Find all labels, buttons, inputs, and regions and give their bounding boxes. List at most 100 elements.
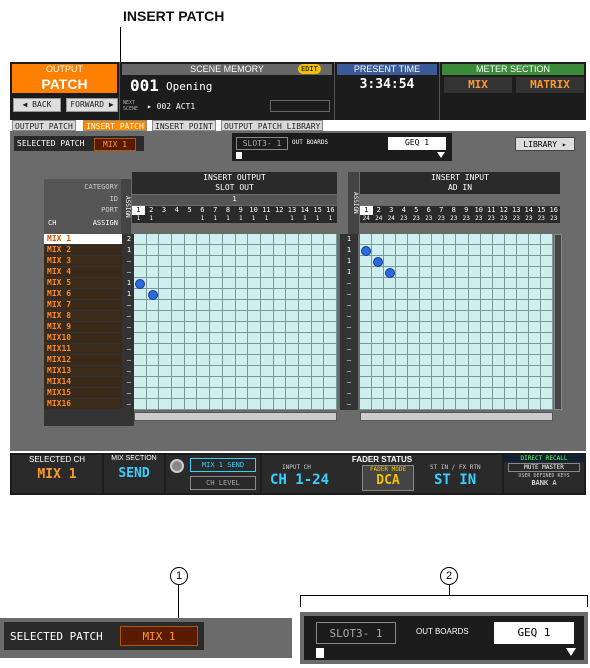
input-grid-cell[interactable]	[456, 322, 469, 333]
input-grid-cell[interactable]	[408, 289, 421, 300]
input-grid-cell[interactable]	[384, 289, 397, 300]
channel-item[interactable]: MIX11	[44, 344, 122, 354]
output-grid-cell[interactable]	[311, 300, 325, 311]
output-grid-cell[interactable]	[146, 333, 160, 344]
output-grid-cell[interactable]	[210, 311, 223, 322]
input-grid-cell[interactable]	[384, 355, 397, 366]
output-grid-cell[interactable]	[311, 311, 325, 322]
output-grid-cell[interactable]	[324, 289, 338, 300]
meter-mix-button[interactable]: MIX	[444, 77, 512, 93]
output-grid-cell[interactable]	[146, 355, 160, 366]
output-grid-cell[interactable]	[273, 355, 287, 366]
input-grid-cell[interactable]	[432, 388, 445, 399]
input-grid-cell[interactable]	[372, 355, 385, 366]
input-grid-cell[interactable]	[360, 278, 373, 289]
output-grid-cell[interactable]	[286, 234, 299, 245]
input-grid-cell[interactable]	[372, 311, 385, 322]
output-grid-cell[interactable]	[260, 366, 274, 377]
input-grid-cell[interactable]	[480, 399, 493, 410]
output-grid-cell[interactable]	[273, 278, 287, 289]
output-grid-cell[interactable]	[134, 234, 147, 245]
output-grid-cell[interactable]	[311, 399, 325, 410]
input-grid-cell[interactable]	[528, 311, 541, 322]
input-grid-cell[interactable]	[432, 355, 445, 366]
output-horizontal-scrollbar[interactable]	[134, 412, 337, 421]
output-grid-cell[interactable]	[260, 344, 274, 355]
output-grid-cell[interactable]	[248, 311, 261, 322]
ch-level[interactable]: CH LEVEL	[190, 476, 256, 490]
slot-selector[interactable]: SLOT3- 1	[236, 137, 288, 150]
input-grid-cell[interactable]	[444, 344, 457, 355]
input-grid-cell[interactable]	[504, 355, 517, 366]
output-grid-cell[interactable]	[273, 333, 287, 344]
output-grid-cell[interactable]	[273, 267, 287, 278]
input-grid-cell[interactable]	[468, 245, 481, 256]
channel-item[interactable]: MIX 4	[44, 267, 122, 277]
input-grid-cell[interactable]	[516, 311, 529, 322]
input-grid-cell[interactable]	[540, 289, 553, 300]
output-grid-cell[interactable]	[222, 366, 236, 377]
input-grid-cell[interactable]	[492, 377, 505, 388]
input-grid-cell[interactable]	[468, 289, 481, 300]
input-grid-cell[interactable]	[504, 300, 517, 311]
output-grid-cell[interactable]	[159, 256, 173, 267]
output-grid-cell[interactable]	[134, 245, 147, 256]
input-grid-cell[interactable]	[516, 256, 529, 267]
zoom-selected-patch-value[interactable]: MIX 1	[120, 626, 198, 646]
output-grid-cell[interactable]	[222, 256, 236, 267]
input-ch-value[interactable]: CH 1-24	[270, 472, 329, 488]
output-grid-cell[interactable]	[184, 256, 198, 267]
input-grid-cell[interactable]	[372, 366, 385, 377]
input-grid-cell[interactable]	[492, 256, 505, 267]
input-grid-cell[interactable]	[444, 311, 457, 322]
output-grid-cell[interactable]	[273, 344, 287, 355]
output-grid-cell[interactable]	[273, 388, 287, 399]
output-grid-cell[interactable]	[248, 234, 261, 245]
output-grid-cell[interactable]	[146, 322, 160, 333]
input-grid-cell[interactable]	[528, 322, 541, 333]
output-grid-cell[interactable]	[311, 355, 325, 366]
input-grid-cell[interactable]	[396, 245, 409, 256]
input-grid-cell[interactable]	[384, 322, 397, 333]
geq-selector[interactable]: GEQ 1	[388, 137, 446, 150]
input-horizontal-scrollbar[interactable]	[360, 412, 553, 421]
output-grid-cell[interactable]	[159, 278, 173, 289]
input-grid-cell[interactable]	[432, 366, 445, 377]
output-grid-cell[interactable]	[248, 333, 261, 344]
input-grid-cell[interactable]	[408, 234, 421, 245]
input-grid-cell[interactable]	[540, 355, 553, 366]
input-grid-cell[interactable]	[396, 388, 409, 399]
output-grid-cell[interactable]	[298, 300, 312, 311]
input-grid-cell[interactable]	[444, 267, 457, 278]
output-grid-cell[interactable]	[184, 366, 198, 377]
input-grid-cell[interactable]	[372, 377, 385, 388]
input-grid-cell[interactable]	[480, 278, 493, 289]
input-grid-cell[interactable]	[468, 234, 481, 245]
output-grid-cell[interactable]	[235, 377, 249, 388]
output-grid-cell[interactable]	[197, 388, 211, 399]
input-grid-cell[interactable]	[468, 377, 481, 388]
output-grid-cell[interactable]	[286, 289, 299, 300]
vertical-scrollbar[interactable]	[554, 234, 562, 410]
input-grid-cell[interactable]	[432, 289, 445, 300]
input-grid-cell[interactable]	[444, 399, 457, 410]
input-grid-cell[interactable]	[396, 256, 409, 267]
output-grid-cell[interactable]	[298, 333, 312, 344]
output-grid-cell[interactable]	[298, 388, 312, 399]
input-grid-cell[interactable]	[504, 267, 517, 278]
tab-output-patch[interactable]: OUTPUT PATCH	[12, 120, 76, 131]
input-grid-cell[interactable]	[468, 256, 481, 267]
input-grid-cell[interactable]	[408, 300, 421, 311]
output-grid-cell[interactable]	[260, 245, 274, 256]
output-grid-cell[interactable]	[235, 234, 249, 245]
input-grid-cell[interactable]	[372, 388, 385, 399]
input-grid-cell[interactable]	[468, 322, 481, 333]
input-grid-cell[interactable]	[372, 245, 385, 256]
input-grid-cell[interactable]	[360, 388, 373, 399]
output-grid-cell[interactable]	[210, 399, 223, 410]
input-grid-cell[interactable]	[444, 333, 457, 344]
input-grid-cell[interactable]	[432, 234, 445, 245]
input-grid-cell[interactable]	[492, 289, 505, 300]
input-grid-cell[interactable]	[504, 366, 517, 377]
input-grid-cell[interactable]	[504, 377, 517, 388]
